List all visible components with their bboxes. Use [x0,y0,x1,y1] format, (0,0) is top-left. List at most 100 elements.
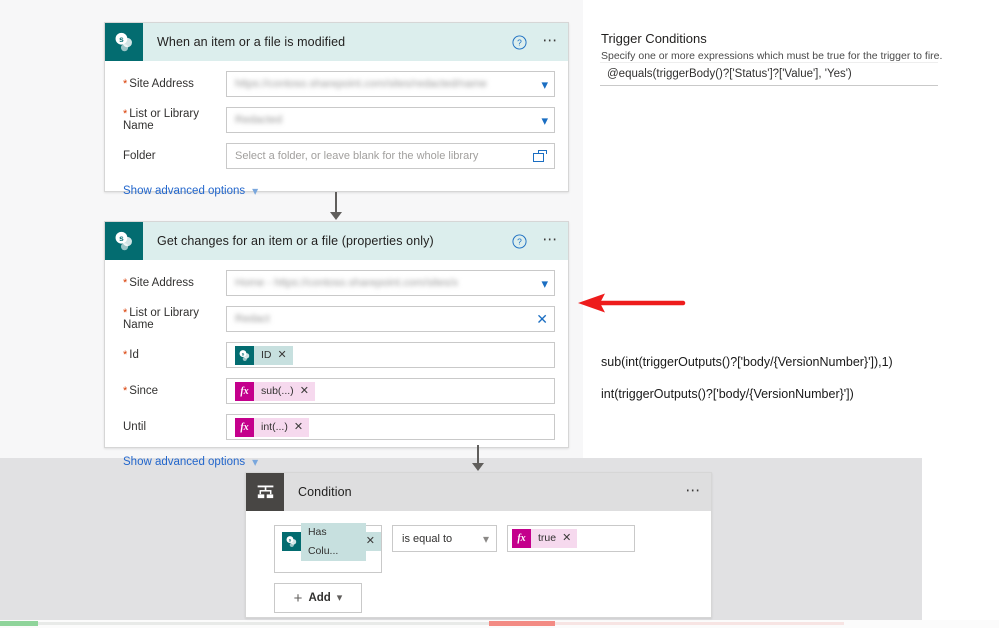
field-list-library-name[interactable]: * List or Library Name Redact ✕ [116,306,555,332]
svg-text:s: s [242,352,245,357]
token-remove-icon[interactable]: ✕ [299,381,315,401]
token-label: sub(...) [254,381,300,401]
annotation-expression-2: int(triggerOutputs()?['body/{VersionNumb… [601,387,854,401]
field-label-site-address: * Site Address [123,277,194,289]
field-label-folder: Folder [123,150,156,162]
required-marker: * [123,307,128,319]
canvas-left-strip [0,0,86,458]
svg-text:s: s [289,539,292,544]
svg-text:s: s [119,234,124,243]
sharepoint-token-icon: s [282,532,301,551]
more-options-icon[interactable]: ⋯ [534,230,568,253]
clear-icon[interactable]: ✕ [536,312,548,326]
svg-text:s: s [119,35,124,44]
token-remove-icon[interactable]: ✕ [277,345,293,365]
token-chip-operand[interactable]: s Has Colu... ✕ [282,522,381,561]
folder-placeholder: Select a folder, or leave blank for the … [235,150,479,162]
chevron-down-icon[interactable]: ▾ [483,533,489,545]
trigger-card[interactable]: s When an item or a file is modified ? ⋯… [104,22,569,197]
connector-line-1 [335,192,337,214]
field-label-since: * Since [123,385,159,397]
field-until[interactable]: Until fx int(...) ✕ [116,414,555,440]
site-address-value: https://contoso.sharepoint.com/sites/red… [235,78,487,90]
field-label-list-library-name: * List or Library Name [123,108,199,132]
since-token-input[interactable]: fx sub(...) ✕ [226,378,555,404]
advanced-label: Show advanced options [123,456,246,468]
plus-icon: + [293,589,303,607]
sharepoint-icon: s [105,23,143,61]
branch-bar-yes [0,621,38,626]
field-label-list-library-name: * List or Library Name [123,307,199,331]
required-marker: * [123,78,128,90]
more-options-icon[interactable]: ⋯ [677,481,711,504]
add-condition-button[interactable]: + Add ▾ [274,583,362,613]
token-remove-icon[interactable]: ✕ [365,532,381,551]
condition-operator-select[interactable]: is equal to ▾ [392,525,497,552]
until-token-input[interactable]: fx int(...) ✕ [226,414,555,440]
get-changes-card[interactable]: s Get changes for an item or a file (pro… [104,221,569,468]
token-chip-id[interactable]: s ID ✕ [235,345,293,365]
field-site-address[interactable]: * Site Address Home - https://contoso.sha… [116,270,555,296]
site-address-dropdown[interactable]: https://contoso.sharepoint.com/sites/red… [226,71,555,97]
advanced-label: Show advanced options [123,185,246,197]
more-options-icon[interactable]: ⋯ [534,31,568,54]
chevron-down-icon[interactable]: ▾ [541,78,548,91]
required-marker: * [123,385,128,397]
chevron-down-icon[interactable]: ▾ [541,277,548,290]
field-list-library-name[interactable]: * List or Library Name Redacted ▾ [116,107,555,133]
chevron-down-icon[interactable]: ▾ [541,114,548,127]
field-id[interactable]: * Id s ID ✕ [116,342,555,368]
trigger-card-header[interactable]: s When an item or a file is modified ? ⋯ [105,23,568,61]
condition-card[interactable]: Condition ⋯ s Has Colu... ✕ is equal to … [245,472,712,618]
field-site-address[interactable]: * Site Address https://contoso.sharepoint… [116,71,555,97]
chevron-down-icon[interactable]: ▾ [337,592,343,604]
token-chip-since[interactable]: fx sub(...) ✕ [235,381,315,401]
list-library-dropdown[interactable]: Redacted ▾ [226,107,555,133]
get-changes-card-title: Get changes for an item or a file (prope… [157,234,434,248]
required-marker: * [123,108,128,120]
field-label-id: * Id [123,349,139,361]
svg-text:?: ? [517,236,522,246]
red-left-arrow-icon [578,293,686,313]
condition-card-title: Condition [298,485,352,499]
field-label-until: Until [123,421,147,433]
condition-operand-input[interactable]: s Has Colu... ✕ [274,522,382,573]
condition-value-input[interactable]: fx true ✕ [507,525,635,552]
token-remove-icon[interactable]: ✕ [562,529,578,548]
field-since[interactable]: * Since fx sub(...) ✕ [116,378,555,404]
trigger-conditions-subtitle: Specify one or more expressions which mu… [601,50,943,62]
required-marker: * [123,349,128,361]
get-changes-card-header[interactable]: s Get changes for an item or a file (pro… [105,222,568,260]
branch-bar-no-tail [555,622,844,625]
function-icon: fx [512,529,531,548]
chevron-down-icon: ▾ [252,455,259,469]
token-label: Has Colu... [300,522,366,561]
token-remove-icon[interactable]: ✕ [293,417,310,437]
connector-arrow-2 [472,463,484,471]
trigger-condition-expression-input[interactable]: @equals(triggerBody()?['Status']?['Value… [600,62,938,86]
condition-card-header[interactable]: Condition ⋯ [246,473,711,511]
canvas-right-white [922,458,999,628]
site-address-dropdown[interactable]: Home - https://contoso.sharepoint.com/si… [226,270,555,296]
sharepoint-token-icon: s [235,345,254,365]
sharepoint-icon: s [105,222,143,260]
chevron-down-icon: ▾ [252,184,259,198]
get-changes-card-body: * Site Address Home - https://contoso.sha… [105,260,568,482]
annotation-expression-1: sub(int(triggerOutputs()?['body/{Version… [601,355,893,369]
field-folder[interactable]: Folder Select a folder, or leave blank f… [116,143,555,169]
id-token-input[interactable]: s ID ✕ [226,342,555,368]
list-library-input[interactable]: Redact ✕ [226,306,555,332]
help-icon[interactable]: ? [508,31,530,53]
list-library-value: Redact [235,313,270,325]
folder-picker-icon[interactable] [533,149,548,163]
condition-icon [246,473,284,511]
folder-input[interactable]: Select a folder, or leave blank for the … [226,143,555,169]
condition-expression-row: s Has Colu... ✕ is equal to ▾ fx true ✕ [246,511,711,573]
help-icon[interactable]: ? [508,230,530,252]
token-chip-until[interactable]: fx int(...) ✕ [235,417,310,437]
trigger-conditions-title: Trigger Conditions [601,31,707,46]
trigger-card-title: When an item or a file is modified [157,35,346,49]
token-chip-value[interactable]: fx true ✕ [512,529,578,548]
trigger-card-body: * Site Address https://contoso.sharepoint… [105,61,568,211]
connector-line-2 [477,445,479,465]
